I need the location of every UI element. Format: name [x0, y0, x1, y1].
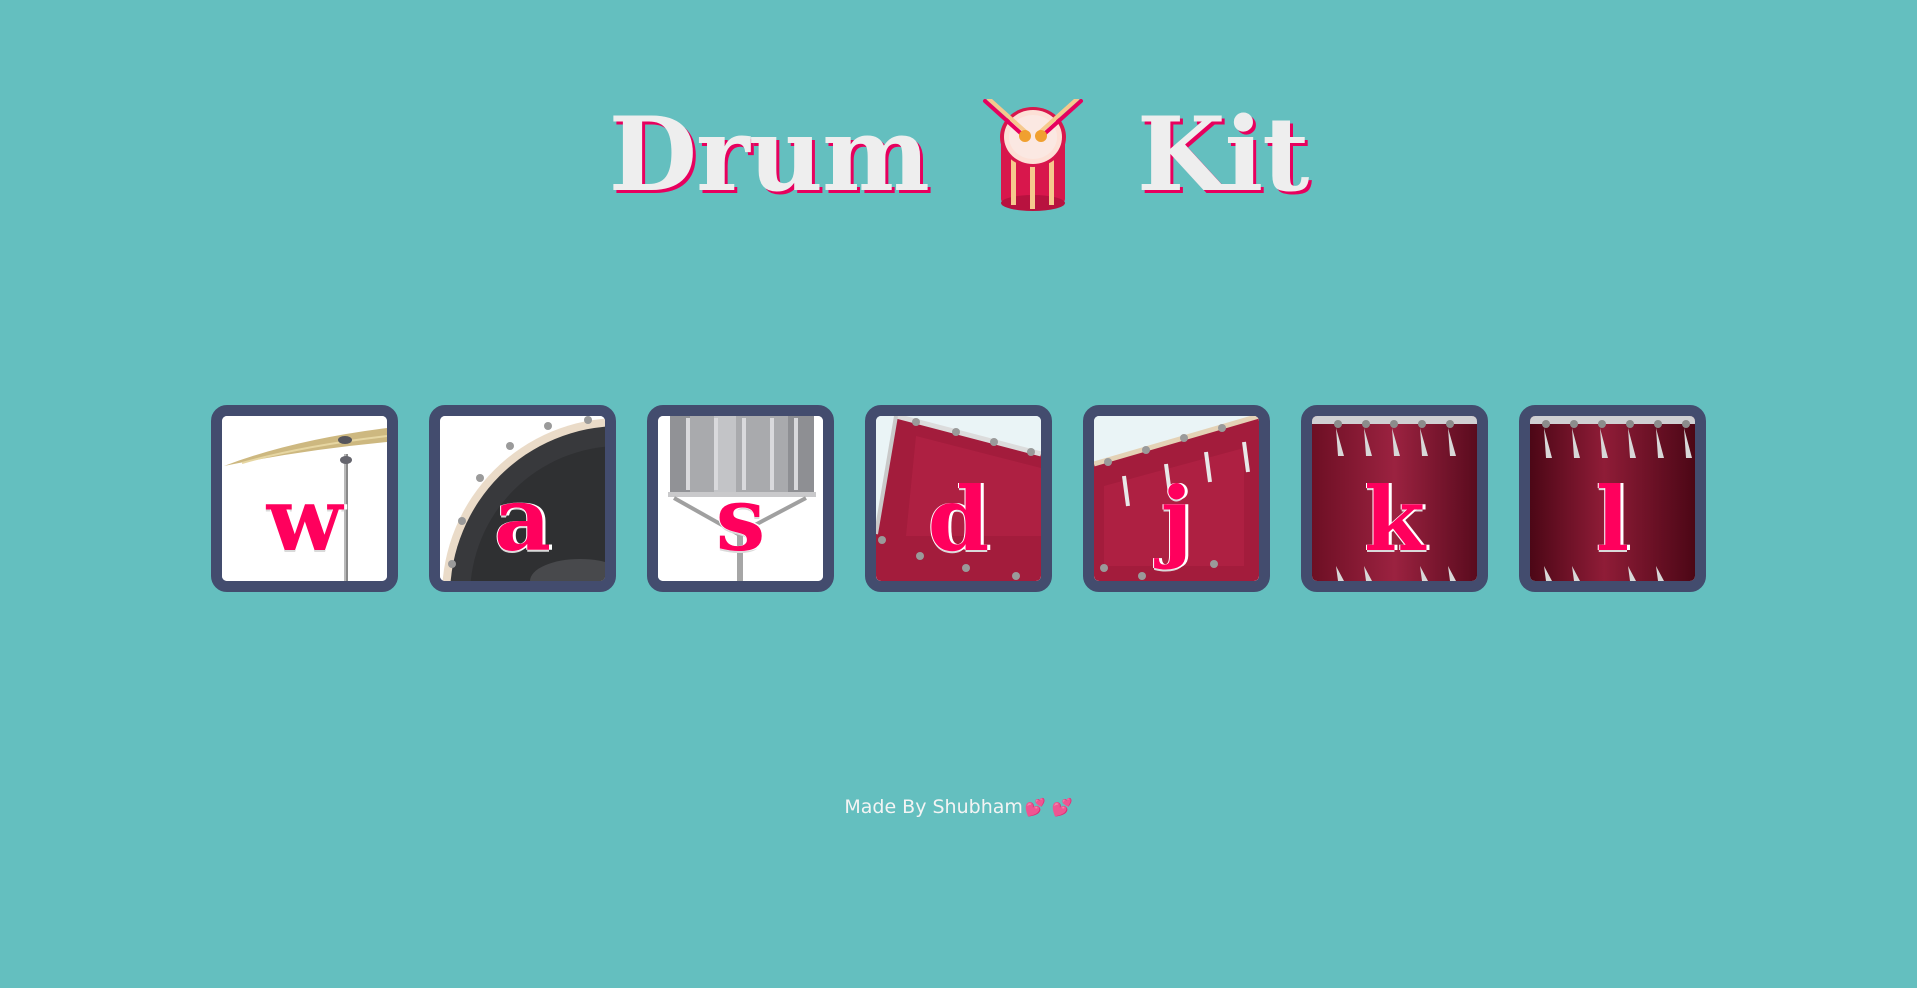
drum-button-tom-1[interactable]: d [865, 405, 1052, 592]
drum-button-tom-4[interactable]: l [1519, 405, 1706, 592]
drum-key-l: l [1595, 466, 1630, 571]
drum-button-tom-2[interactable]: j [1083, 405, 1270, 592]
drum-emoji-icon [982, 99, 1083, 212]
drum-key-j: j [1160, 466, 1193, 571]
drum-button-kick[interactable]: a [429, 405, 616, 592]
page-title: Drum Kit [0, 95, 1917, 216]
drum-key-w: w [266, 466, 343, 571]
title-word-drum: Drum [608, 95, 930, 216]
drum-key-k: k [1364, 466, 1425, 571]
drum-button-crash[interactable]: w [211, 405, 398, 592]
drum-button-snare[interactable]: s [647, 405, 834, 592]
footer-credit: Made By Shubham [844, 796, 1023, 818]
drum-key-a: a [493, 466, 552, 571]
drum-button-tom-3[interactable]: k [1301, 405, 1488, 592]
title-word-kit: Kit [1136, 95, 1310, 216]
drum-key-s: s [715, 466, 766, 571]
heart-icon: 💕 💕 [1024, 798, 1073, 818]
footer: Made By Shubham 💕 💕 [0, 796, 1917, 818]
drum-key-d: d [927, 466, 990, 571]
drum-kit-page: Drum Kit w a s d j k l Made By Shubham 💕… [0, 0, 1917, 988]
drum-buttons: w a s d j k l [211, 405, 1706, 592]
